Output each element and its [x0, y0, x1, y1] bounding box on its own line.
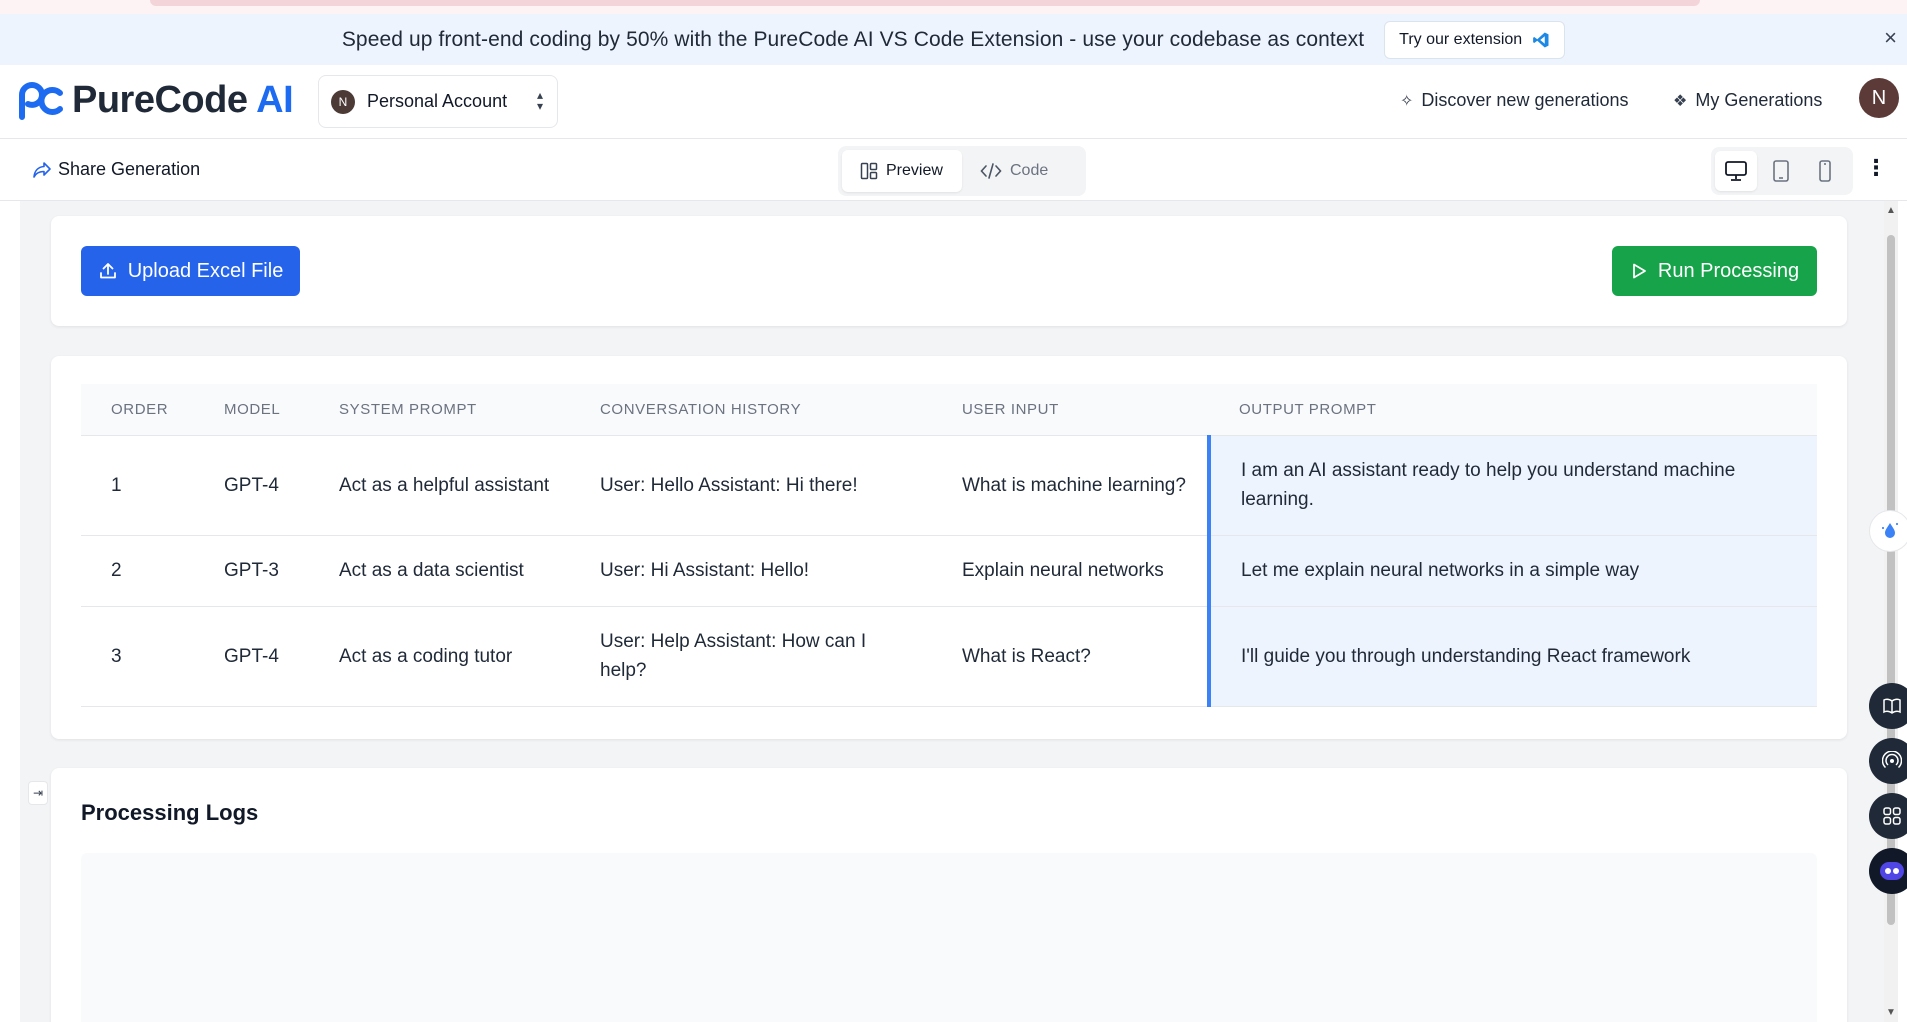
cell-system-prompt: Act as a coding tutor [309, 606, 570, 707]
my-generations-label: My Generations [1695, 90, 1823, 110]
desktop-view-button[interactable] [1715, 151, 1757, 191]
tab-code-label: Code [1010, 162, 1049, 179]
generation-toolbar: Share Generation Preview Code ⋮ [0, 139, 1907, 201]
table-row[interactable]: 3 GPT-4 Act as a coding tutor User: Help… [81, 606, 1817, 707]
actions-card: Upload Excel File Run Processing [51, 216, 1847, 326]
prompts-table: ORDER MODEL SYSTEM PROMPT CONVERSATION H… [81, 384, 1817, 707]
upload-excel-button[interactable]: Upload Excel File [81, 246, 300, 296]
app-header: PureCode AI N Personal Account ▴ ▾ ✧ Disc… [0, 65, 1907, 139]
column-header-output-prompt[interactable]: OUTPUT PROMPT [1209, 384, 1817, 436]
account-avatar: N [331, 89, 355, 114]
scroll-down-icon[interactable]: ▼ [1886, 1007, 1896, 1018]
column-header-conversation-history[interactable]: CONVERSATION HISTORY [570, 384, 932, 436]
discover-label: Discover new generations [1421, 90, 1629, 110]
top-strip [0, 0, 1907, 14]
column-header-system-prompt[interactable]: SYSTEM PROMPT [309, 384, 570, 436]
view-mode-tabs: Preview Code [838, 146, 1086, 196]
broadcast-icon[interactable] [1869, 738, 1907, 784]
column-header-user-input[interactable]: USER INPUT [932, 384, 1209, 436]
run-label: Run Processing [1657, 259, 1800, 282]
play-icon [1633, 263, 1646, 279]
account-name: Personal Account [367, 91, 508, 111]
cell-user-input: What is React? [932, 606, 1209, 707]
preview-scrollbar[interactable]: ▲ ▼ [1884, 201, 1898, 1022]
banner-close-icon[interactable]: × [1884, 27, 1897, 49]
try-extension-button[interactable]: Try our extension [1384, 20, 1566, 59]
theme-drop-icon[interactable] [1869, 510, 1907, 552]
cell-conversation-history: User: Hi Assistant: Hello! [570, 535, 932, 607]
tab-preview-label: Preview [886, 162, 943, 179]
layout-icon [860, 162, 878, 180]
logs-card: Processing Logs [51, 768, 1847, 1022]
cell-user-input: Explain neural networks [932, 535, 1209, 607]
run-processing-button[interactable]: Run Processing [1612, 246, 1817, 296]
pc-logo-icon [19, 81, 63, 120]
try-extension-label: Try our extension [1399, 30, 1523, 48]
table-row[interactable]: 1 GPT-4 Act as a helpful assistant User:… [81, 435, 1817, 536]
column-header-order[interactable]: ORDER [81, 384, 194, 436]
mobile-view-button[interactable] [1804, 151, 1846, 191]
table-header-row: ORDER MODEL SYSTEM PROMPT CONVERSATION H… [81, 384, 1817, 436]
logs-title: Processing Logs [81, 800, 259, 825]
upload-icon [99, 263, 116, 279]
logo-text-ai: AI [256, 79, 294, 121]
sparkle-icon: ✧ [1400, 92, 1414, 110]
top-strip-pill [150, 0, 1700, 6]
device-switcher [1711, 147, 1853, 195]
user-avatar[interactable]: N [1859, 78, 1899, 118]
cell-system-prompt: Act as a data scientist [309, 535, 570, 607]
scroll-up-icon[interactable]: ▲ [1886, 205, 1896, 216]
vscode-icon [1533, 32, 1549, 47]
cell-system-prompt: Act as a helpful assistant [309, 435, 570, 536]
cell-model: GPT-4 [194, 606, 309, 707]
chevron-updown-icon: ▴ ▾ [536, 88, 543, 113]
column-header-model[interactable]: MODEL [194, 384, 309, 436]
assistant-bot-icon[interactable] [1869, 848, 1907, 894]
desktop-icon [1724, 161, 1747, 181]
tab-code[interactable]: Code [962, 150, 1066, 192]
cell-order: 3 [81, 606, 194, 707]
apps-grid-icon[interactable] [1869, 793, 1907, 839]
my-generations-link[interactable]: ❖ My Generations [1673, 90, 1822, 111]
promo-banner: Speed up front-end coding by 50% with th… [0, 14, 1907, 65]
more-options-icon[interactable]: ⋮ [1865, 157, 1887, 179]
logo-text: PureCode AI [72, 79, 294, 122]
cell-order: 1 [81, 435, 194, 536]
logs-output [81, 853, 1817, 1022]
code-icon [980, 163, 1002, 179]
banner-text: Speed up front-end coding by 50% with th… [341, 27, 1365, 51]
book-icon[interactable] [1869, 683, 1907, 729]
cell-output-prompt: I am an AI assistant ready to help you u… [1207, 435, 1817, 536]
tablet-view-button[interactable] [1760, 151, 1802, 191]
cell-model: GPT-4 [194, 435, 309, 536]
share-label: Share Generation [58, 159, 201, 179]
share-generation-button[interactable]: Share Generation [32, 159, 200, 180]
cell-output-prompt: I'll guide you through understanding Rea… [1207, 606, 1817, 707]
data-table-card: ORDER MODEL SYSTEM PROMPT CONVERSATION H… [51, 356, 1847, 739]
preview-canvas: ⇥ Upload Excel File Run Processing ORDER… [20, 201, 1884, 1022]
cell-conversation-history: User: Hello Assistant: Hi there! [570, 435, 932, 536]
logo-text-main: PureCode [72, 79, 248, 121]
cell-conversation-history: User: Help Assistant: How can I help? [570, 606, 932, 707]
table-row[interactable]: 2 GPT-3 Act as a data scientist User: Hi… [81, 535, 1817, 607]
share-icon [33, 161, 51, 178]
upload-label: Upload Excel File [127, 259, 284, 282]
cell-output-prompt: Let me explain neural networks in a simp… [1207, 535, 1817, 607]
cell-order: 2 [81, 535, 194, 607]
collapse-sidebar-icon[interactable]: ⇥ [28, 781, 48, 805]
purecode-logo[interactable]: PureCode AI [18, 79, 294, 122]
discover-generations-link[interactable]: ✧ Discover new generations [1400, 90, 1629, 111]
mobile-icon [1819, 160, 1831, 182]
account-selector[interactable]: N Personal Account ▴ ▾ [318, 75, 558, 128]
tab-preview[interactable]: Preview [842, 150, 962, 192]
components-icon: ❖ [1673, 92, 1688, 110]
cell-user-input: What is machine learning? [932, 435, 1209, 536]
tablet-icon [1772, 160, 1789, 182]
cell-model: GPT-3 [194, 535, 309, 607]
